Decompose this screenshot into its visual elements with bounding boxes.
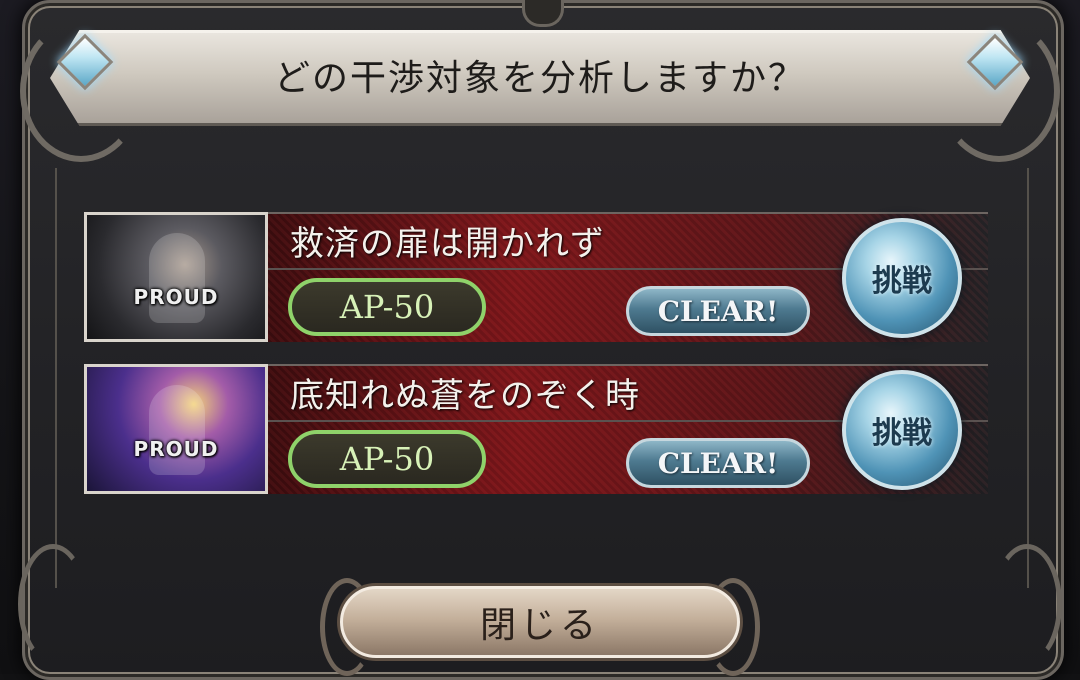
quest-name: 救済の扉は開かれず bbox=[290, 224, 605, 264]
quest-thumbnail: PROUD bbox=[84, 212, 268, 342]
quest-row[interactable]: PROUD 底知れぬ蒼をのぞく時 AP-50 CLEAR! 挑戦 bbox=[84, 364, 988, 494]
clear-status-badge: CLEAR! bbox=[626, 438, 810, 488]
difficulty-label: PROUD bbox=[133, 285, 219, 309]
challenge-button[interactable]: 挑戦 bbox=[842, 370, 962, 490]
close-button[interactable]: 閉じる bbox=[340, 586, 740, 658]
ap-cost-badge: AP-50 bbox=[288, 278, 486, 336]
clear-status-badge: CLEAR! bbox=[626, 286, 810, 336]
difficulty-label: PROUD bbox=[133, 437, 219, 461]
quest-thumbnail: PROUD bbox=[84, 364, 268, 494]
quest-name: 底知れぬ蒼をのぞく時 bbox=[290, 376, 640, 416]
quest-row[interactable]: PROUD 救済の扉は開かれず AP-50 CLEAR! 挑戦 bbox=[84, 212, 988, 342]
divider bbox=[264, 364, 988, 366]
challenge-button[interactable]: 挑戦 bbox=[842, 218, 962, 338]
divider bbox=[264, 212, 988, 214]
dialog-title: どの干渉対象を分析しますか？ bbox=[273, 58, 806, 99]
close-button-frame: 閉じる bbox=[320, 570, 760, 676]
corner-ornament bbox=[18, 544, 88, 664]
ap-cost-badge: AP-50 bbox=[288, 430, 486, 488]
character-portrait bbox=[149, 385, 205, 475]
corner-ornament bbox=[992, 544, 1062, 664]
character-portrait bbox=[149, 233, 205, 323]
